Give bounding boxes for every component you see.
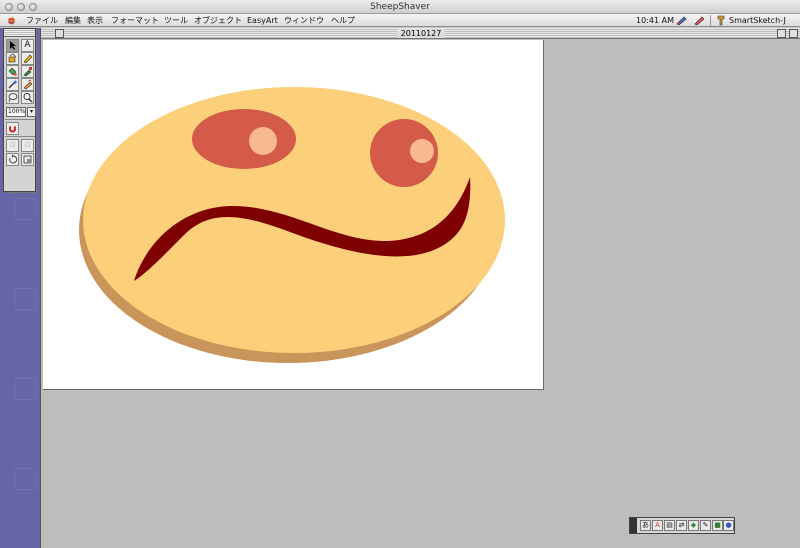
magnet-snap-icon[interactable] <box>6 122 19 135</box>
menu-tools[interactable]: ツール <box>164 14 188 27</box>
menu-object[interactable]: オブジェクト <box>194 14 242 27</box>
host-title: SheepShaver <box>370 2 430 12</box>
eyedropper-icon[interactable] <box>6 78 19 91</box>
menu-bar: ファイル 編集 表示 フォーマット ツール オブジェクト EasyArt ウィン… <box>0 14 800 27</box>
arrow-tool-icon[interactable] <box>6 39 19 52</box>
globe-icon[interactable]: ● <box>723 520 734 531</box>
desktop-pattern <box>14 198 36 220</box>
menu-view[interactable]: 表示 <box>87 14 103 27</box>
desktop-pattern <box>14 378 36 400</box>
document-title-bar[interactable]: 20110127 <box>41 28 800 39</box>
minimize-window-button[interactable] <box>17 3 25 11</box>
brush-tool-icon[interactable] <box>21 65 34 78</box>
zoom-dropdown-icon[interactable]: ▾ <box>27 107 36 117</box>
palette-divider <box>5 119 35 120</box>
zoom-level-field[interactable]: 100% <box>6 107 26 117</box>
desktop-pattern <box>14 288 36 310</box>
fill-tool-icon[interactable] <box>6 65 19 78</box>
menu-file[interactable]: ファイル <box>26 14 58 27</box>
pencil-tool-icon[interactable] <box>21 52 34 65</box>
menu-help[interactable]: ヘルプ <box>331 14 355 27</box>
dictionary-icon[interactable]: ▤ <box>664 520 675 531</box>
left-eye[interactable] <box>192 109 296 169</box>
menu-window[interactable]: ウィンドウ <box>284 14 324 27</box>
screen: SheepShaver ファイル 編集 表示 フォーマット ツール オブジェクト… <box>0 0 800 548</box>
ungroup-objects-icon[interactable]: ▫ <box>21 139 34 152</box>
document-collapse-box[interactable] <box>789 29 798 38</box>
drawing <box>79 87 505 363</box>
menu-clock[interactable]: 10:41 AM <box>636 14 674 27</box>
lasso-tool-icon[interactable] <box>6 91 19 104</box>
app-switcher-icon[interactable] <box>716 15 726 26</box>
hiragana-mode-button[interactable]: あ <box>640 520 651 531</box>
pen-input-icon[interactable] <box>676 16 687 25</box>
left-eye-highlight[interactable] <box>249 127 277 155</box>
group-objects-icon[interactable]: ▫ <box>6 139 19 152</box>
document-title: 20110127 <box>396 29 446 38</box>
document-zoom-box[interactable] <box>777 29 786 38</box>
menu-divider <box>710 15 711 26</box>
host-title-bar: SheepShaver <box>0 0 800 14</box>
app-switcher-label[interactable]: SmartSketch-J <box>729 14 786 27</box>
menu-format[interactable]: フォーマット <box>111 14 159 27</box>
pen-tool-icon[interactable] <box>21 78 34 91</box>
rotate-tool-icon[interactable] <box>6 153 19 166</box>
zoom-window-button[interactable] <box>29 3 37 11</box>
settings-icon[interactable]: ✎ <box>700 520 711 531</box>
desktop-pattern <box>14 468 36 490</box>
document-close-box[interactable] <box>55 29 64 38</box>
right-eye-highlight[interactable] <box>410 139 434 163</box>
keyboard-input-icon[interactable] <box>694 16 705 25</box>
tool-icon[interactable]: ◆ <box>688 520 699 531</box>
paint-bucket-icon[interactable] <box>6 52 19 65</box>
palette-divider <box>5 136 35 137</box>
help-icon[interactable]: ■ <box>712 520 723 531</box>
alpha-mode-button[interactable]: A <box>652 520 663 531</box>
document-window: 20110127 <box>40 28 800 548</box>
palette-drag-handle[interactable] <box>630 518 637 533</box>
input-method-palette: あ A ▤ ⇄ ◆ ✎ ■ ● <box>629 517 735 534</box>
menu-edit[interactable]: 編集 <box>65 14 81 27</box>
menu-easyart[interactable]: EasyArt <box>247 14 278 27</box>
tool-palette-title-bar[interactable] <box>4 29 35 37</box>
zoom-tool-icon[interactable] <box>21 91 34 104</box>
close-window-button[interactable] <box>5 3 13 11</box>
text-tool-icon[interactable]: A <box>21 39 34 52</box>
scale-tool-icon[interactable] <box>21 153 34 166</box>
convert-icon[interactable]: ⇄ <box>676 520 687 531</box>
apple-icon[interactable] <box>7 16 16 25</box>
tool-palette: A 100% ▾ ▫ ▫ <box>3 28 36 192</box>
drawing-canvas[interactable] <box>43 40 544 390</box>
